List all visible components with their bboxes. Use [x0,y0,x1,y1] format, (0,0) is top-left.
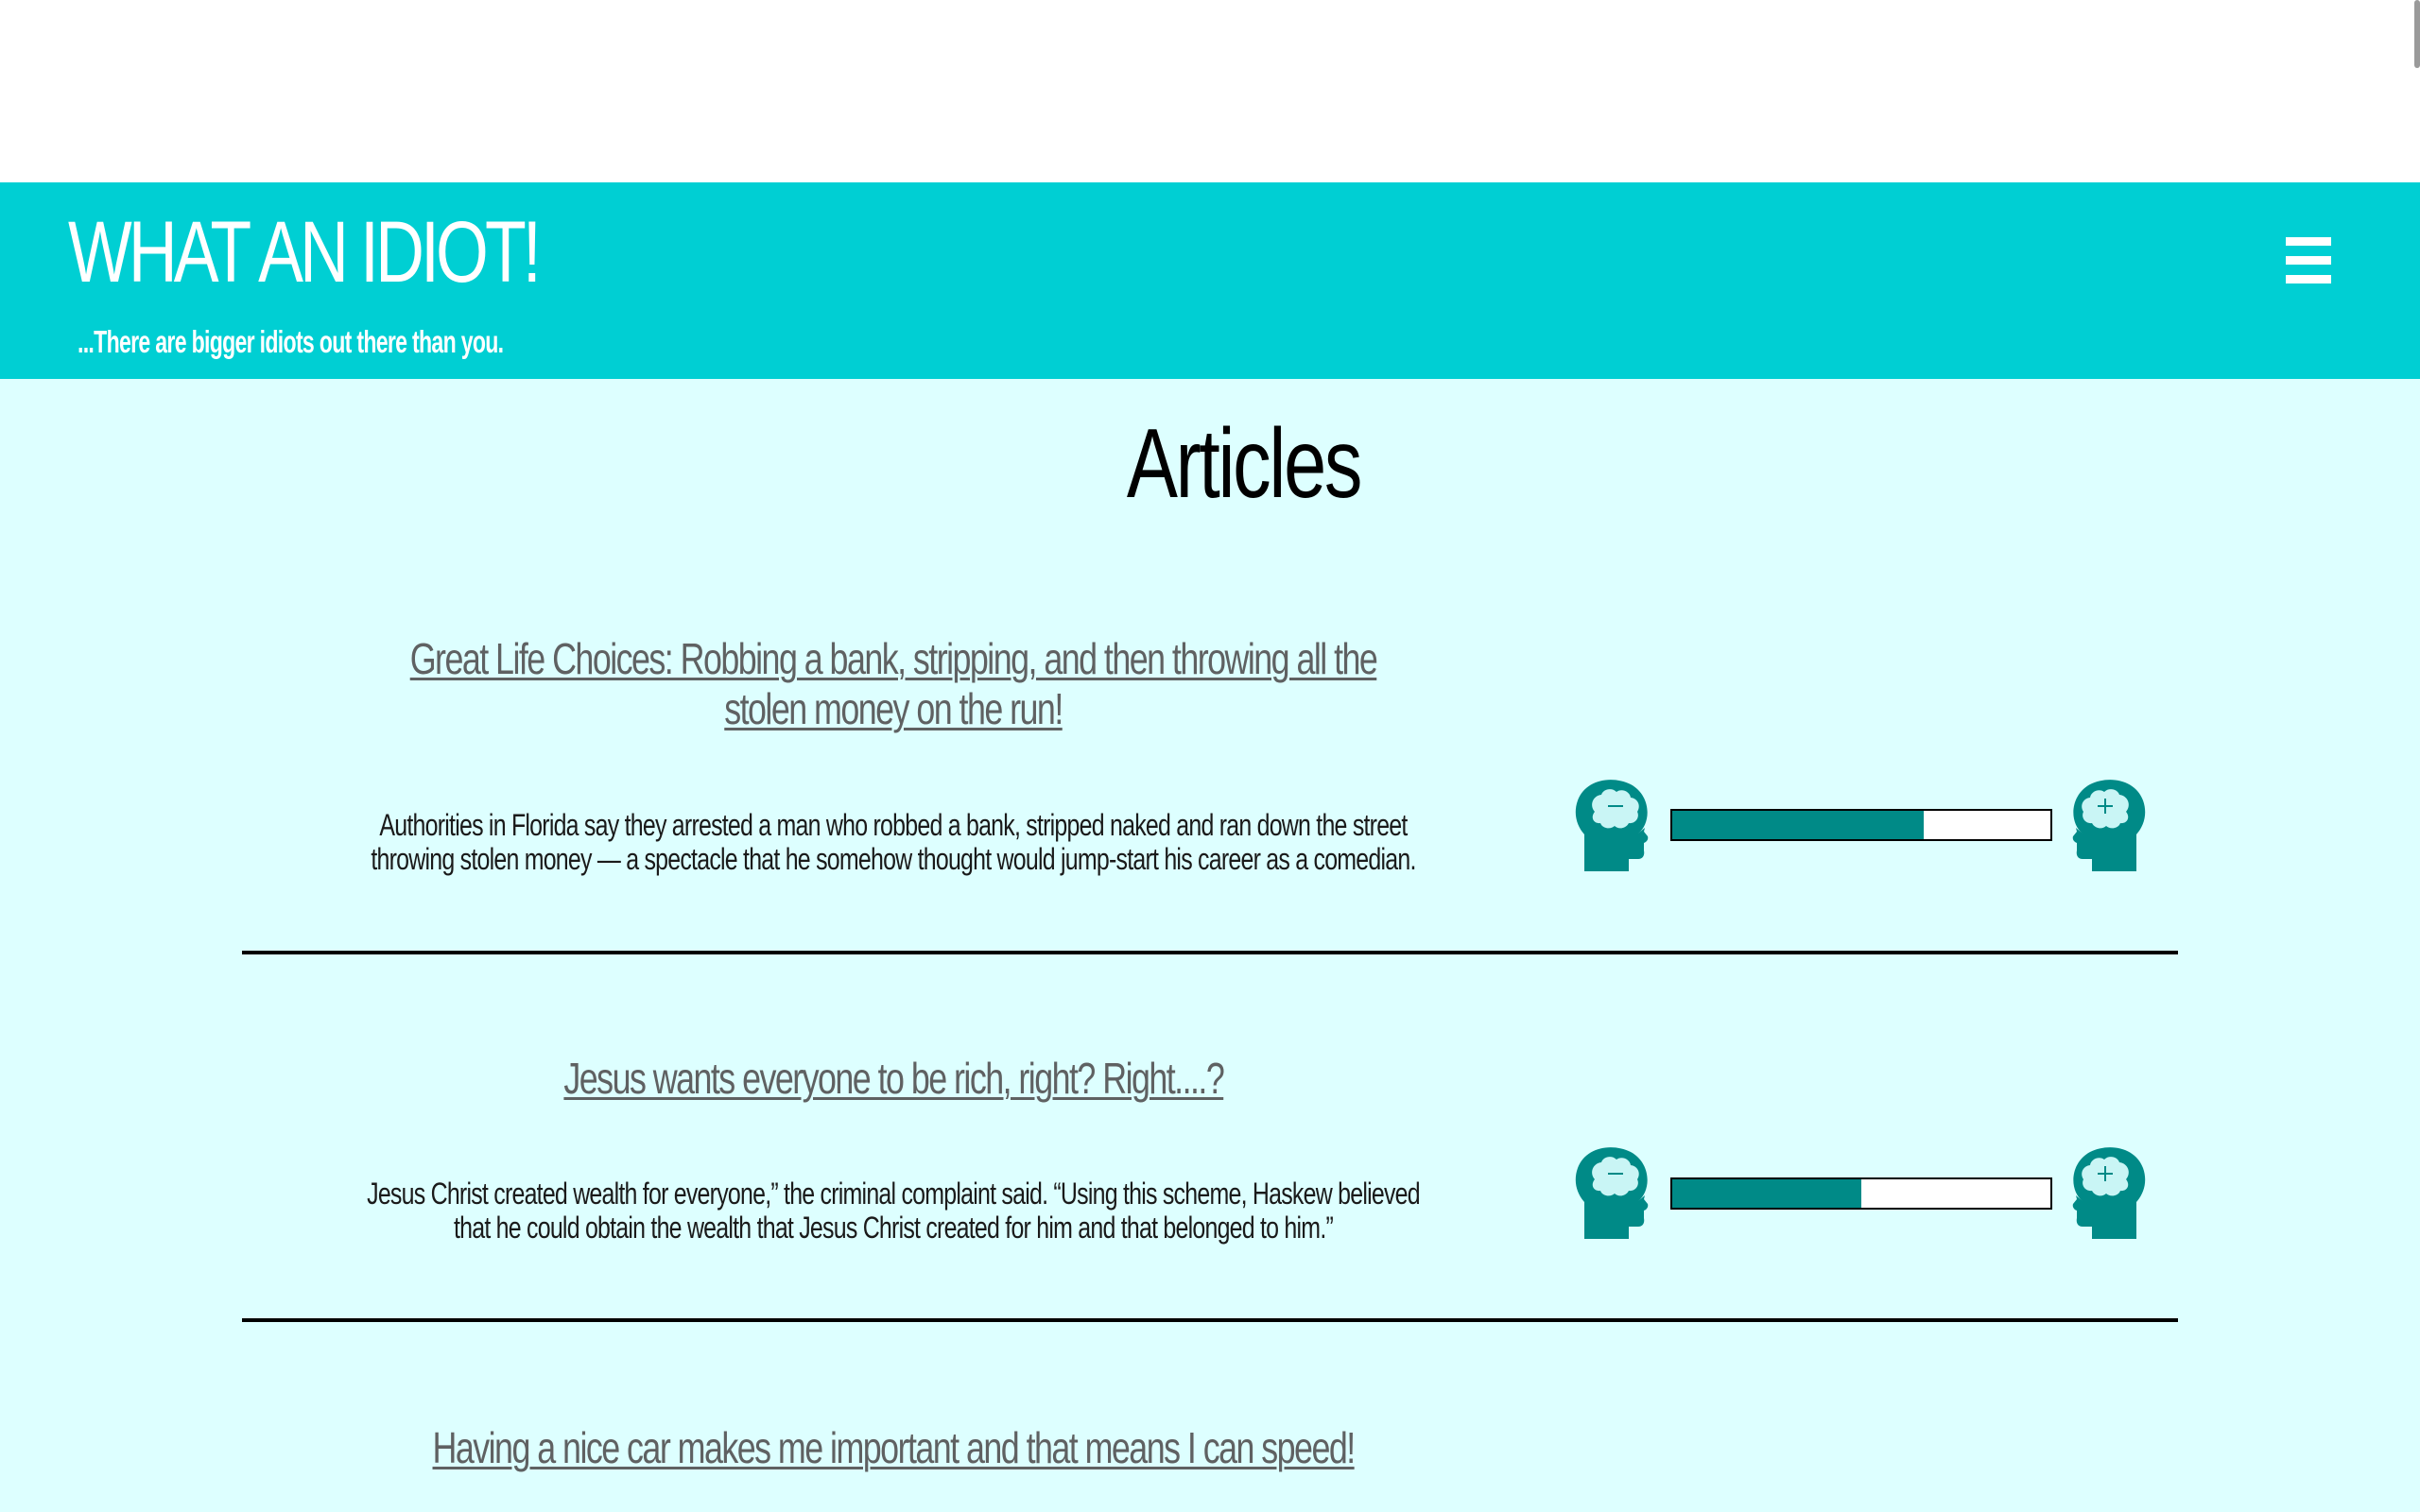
idiot-meter-fill [1672,811,1924,839]
article-title: Great Life Choices: Robbing a bank, stri… [255,634,1531,734]
article-divider [242,1318,2178,1322]
idiot-meter [1670,809,2052,841]
top-blank-area [0,0,2420,182]
site-tagline: ...There are bigger idiots out there tha… [78,324,504,359]
idiot-meter-fill [1672,1179,1861,1208]
article-summary: Authorities in Florida say they arrested… [371,808,1416,876]
article-title: Having a nice car makes me important and… [255,1423,1531,1473]
menu-bar-top [2286,237,2331,246]
brain-head-minus-icon[interactable] [1572,777,1657,871]
article-title-link[interactable]: Jesus wants everyone to be rich, right? … [563,1054,1224,1104]
scrollbar-thumb[interactable] [2414,0,2420,68]
idiot-meter [1670,1177,2052,1210]
site-header: WHAT AN IDIOT! ...There are bigger idiot… [0,182,2420,379]
site-title[interactable]: WHAT AN IDIOT! [68,209,542,296]
brain-head-plus-icon[interactable] [2064,777,2149,871]
menu-bar-bottom [2286,275,2331,284]
article-title-link[interactable]: Having a nice car makes me important and… [432,1423,1356,1473]
article-summary: Jesus Christ created wealth for everyone… [367,1177,1421,1245]
hamburger-menu-icon[interactable] [2278,233,2339,288]
article-title: Jesus wants everyone to be rich, right? … [255,1054,1531,1104]
main-content: Articles Great Life Choices: Robbing a b… [0,379,2420,1512]
article-divider [242,951,2178,954]
menu-bar-middle [2286,256,2331,265]
page-title-text: Articles [1126,409,1362,519]
brain-head-plus-icon[interactable] [2064,1144,2149,1239]
brain-head-minus-icon[interactable] [1572,1144,1657,1239]
page-title: Articles [0,415,2420,513]
article-title-link[interactable]: Great Life Choices: Robbing a bank, stri… [396,634,1392,734]
